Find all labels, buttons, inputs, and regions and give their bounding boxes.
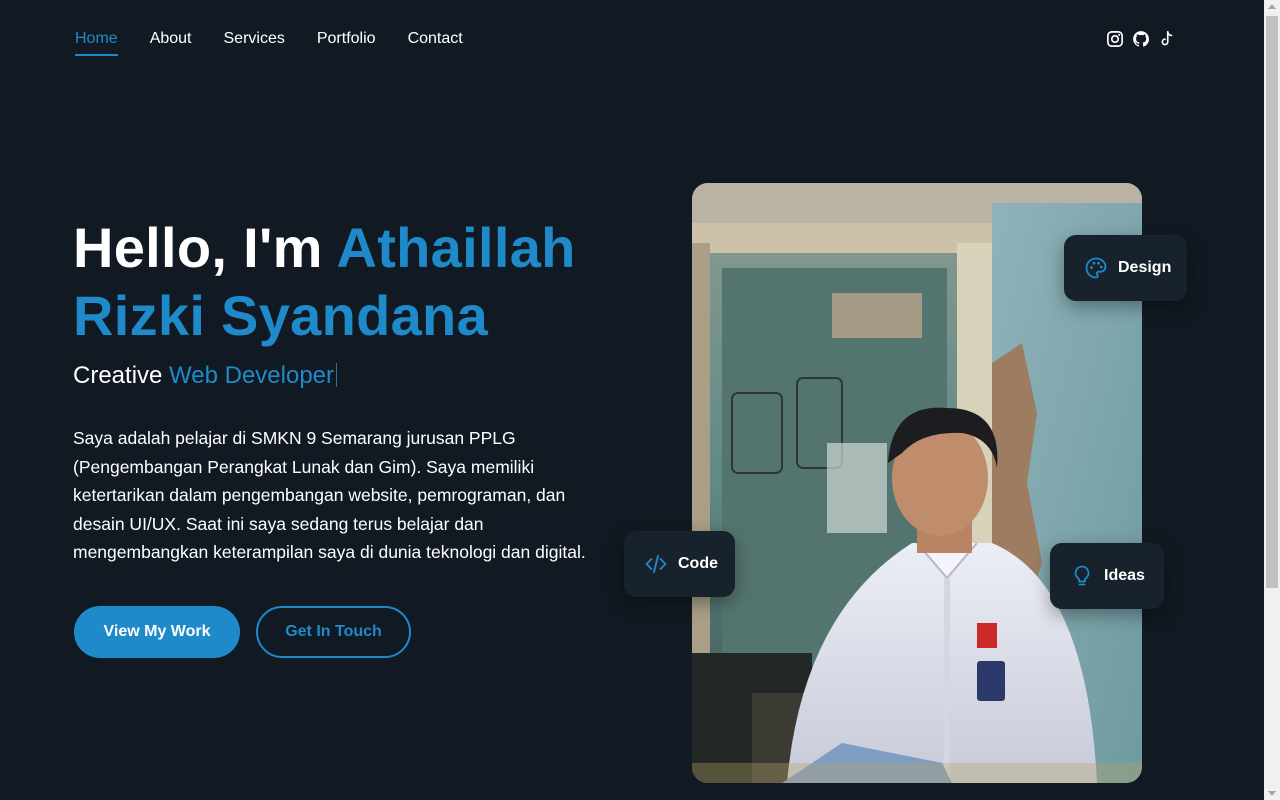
scroll-up-icon[interactable] [1268,4,1276,9]
github-icon[interactable] [1132,30,1150,48]
hero-subtitle: Creative Web Developer [73,362,338,390]
page-scrollbar[interactable] [1264,0,1280,800]
social-links [1106,30,1176,48]
design-chip-label: Design [1118,259,1172,276]
code-chip-label: Code [678,555,718,572]
hero-name-rest: Rizki Syandana [73,284,489,347]
code-chip: Code [624,531,735,597]
lightbulb-icon [1070,563,1094,589]
get-in-touch-button[interactable]: Get In Touch [256,606,411,658]
nav-link-portfolio[interactable]: Portfolio [317,30,376,56]
subtitle-role: Web Developer [169,362,335,389]
page: Home About Services Portfolio Contact He… [0,0,1280,800]
nav-link-contact[interactable]: Contact [408,30,463,56]
hero-name-first: Athaillah [336,216,576,279]
nav-links: Home About Services Portfolio Contact [75,30,463,56]
view-my-work-button[interactable]: View My Work [74,606,240,658]
hero-greeting: Hello, I'm [73,216,337,279]
nav-link-home[interactable]: Home [75,30,118,56]
scroll-down-icon[interactable] [1268,791,1276,796]
hero-title: Hello, I'm Athaillah Rizki Syandana [73,214,633,350]
palette-icon [1084,255,1108,281]
subtitle-prefix: Creative [73,362,170,389]
hero-description: Saya adalah pelajar di SMKN 9 Semarang j… [73,428,586,562]
code-icon [644,551,668,577]
nav-link-services[interactable]: Services [224,30,285,56]
scroll-thumb[interactable] [1266,16,1278,588]
design-chip: Design [1064,235,1187,301]
typing-cursor [336,363,338,387]
instagram-icon[interactable] [1106,30,1124,48]
ideas-chip-label: Ideas [1104,567,1145,584]
tiktok-icon[interactable] [1158,30,1176,48]
top-nav: Home About Services Portfolio Contact [0,0,1264,80]
ideas-chip: Ideas [1050,543,1164,609]
nav-link-about[interactable]: About [150,30,192,56]
